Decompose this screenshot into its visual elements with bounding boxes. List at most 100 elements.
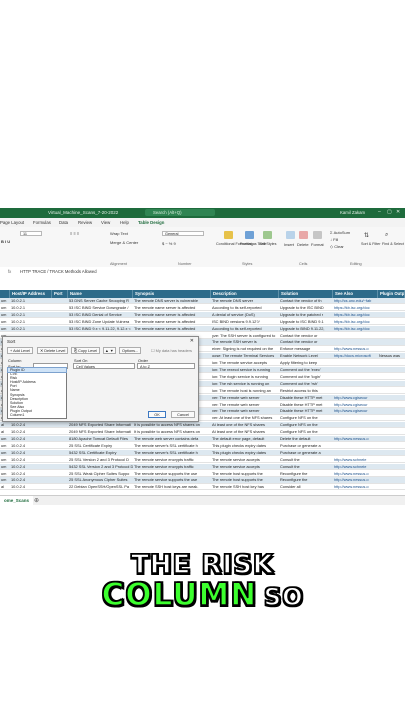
- table-cell[interactable]: [333, 339, 378, 345]
- table-cell[interactable]: [378, 346, 405, 352]
- table-cell[interactable]: 53 ISC BIND Zone Update Vulnera: [68, 319, 133, 325]
- table-cell[interactable]: The remote SSH host keys are weak.: [133, 484, 211, 490]
- table-cell[interactable]: ver: The remote web server: [211, 408, 279, 414]
- table-cell[interactable]: The remote name server is affected: [133, 326, 211, 332]
- headers-checkbox[interactable]: ☐ My data has headers: [151, 348, 192, 353]
- table-cell[interactable]: The remote SSH host key has: [211, 484, 279, 490]
- table-cell[interactable]: 10.0.2.1: [10, 298, 52, 304]
- tab-view[interactable]: View: [101, 220, 110, 225]
- table-cell[interactable]: Contact the vendor of th: [279, 298, 333, 304]
- table-cell[interactable]: 10.0.2.1: [10, 326, 52, 332]
- table-cell[interactable]: [378, 333, 405, 339]
- table-cell[interactable]: Configure NFS on the: [279, 415, 333, 421]
- table-cell[interactable]: [333, 415, 378, 421]
- table-cell[interactable]: Purchase or generate a: [279, 443, 333, 449]
- wrap-text-button[interactable]: Wrap Text: [110, 231, 128, 236]
- tab-review[interactable]: Review: [78, 220, 92, 225]
- col-host[interactable]: Host/IP Address: [10, 290, 52, 298]
- table-cell[interactable]: [378, 339, 405, 345]
- table-cell[interactable]: http://www.schneie: [333, 457, 378, 463]
- table-cell[interactable]: 10.0.2.4: [10, 422, 52, 428]
- table-cell[interactable]: [378, 326, 405, 332]
- table-cell[interactable]: Enable Network Level: [279, 353, 333, 359]
- table-cell[interactable]: http://www.nessus.o: [333, 471, 378, 477]
- row-prefix-cell[interactable]: um: [0, 319, 10, 325]
- table-cell[interactable]: Upgrade to BIND 9.11.22,: [279, 326, 333, 332]
- table-cell[interactable]: eiver: Signing is not required on the: [211, 346, 279, 352]
- table-cell[interactable]: http://www.cgisecur: [333, 395, 378, 401]
- table-cell[interactable]: [52, 298, 68, 304]
- table-cell[interactable]: 25 SSL Anonymous Cipher Suites: [68, 477, 133, 483]
- row-prefix-cell[interactable]: um: [0, 464, 10, 470]
- table-cell[interactable]: http://www.schneie: [333, 464, 378, 470]
- col-see-also[interactable]: See Also: [333, 290, 378, 298]
- table-cell[interactable]: [378, 443, 405, 449]
- table-cell[interactable]: [378, 360, 405, 366]
- table-cell[interactable]: 25 SSL Version 2 and 3 Protocol D: [68, 457, 133, 463]
- table-cell[interactable]: [378, 367, 405, 373]
- table-cell[interactable]: [52, 422, 68, 428]
- table-cell[interactable]: https://docs.microsoft: [333, 353, 378, 359]
- number-format-box[interactable]: General: [162, 231, 204, 236]
- table-cell[interactable]: [333, 429, 378, 435]
- fill-button[interactable]: ↓ Fill: [330, 237, 338, 242]
- row-prefix-cell[interactable]: um: [0, 471, 10, 477]
- table-cell[interactable]: [333, 422, 378, 428]
- table-cell[interactable]: [333, 381, 378, 387]
- table-cell[interactable]: [378, 464, 405, 470]
- table-cell[interactable]: The remote name server is affected: [133, 305, 211, 311]
- row-prefix-cell[interactable]: al: [0, 422, 10, 428]
- close-icon[interactable]: ✕: [396, 209, 400, 215]
- table-row[interactable]: um 10.0.2.1 53 DNS Server Cache Snooping R…: [0, 298, 405, 305]
- table-cell[interactable]: [378, 477, 405, 483]
- col-plugin-output[interactable]: Plugin Outp: [378, 290, 405, 298]
- table-cell[interactable]: [52, 477, 68, 483]
- table-cell[interactable]: [52, 464, 68, 470]
- table-cell[interactable]: [52, 484, 68, 490]
- table-cell[interactable]: yze: The SSH server is configured to: [211, 333, 279, 339]
- table-cell[interactable]: 10.0.2.4: [10, 457, 52, 463]
- table-cell[interactable]: 5432 SSL Certificate Expiry: [68, 450, 133, 456]
- col-name[interactable]: Name: [68, 290, 133, 298]
- table-cell[interactable]: Purchase or generate a: [279, 450, 333, 456]
- order-select[interactable]: A to Z: [137, 363, 195, 369]
- table-row[interactable]: um 10.0.2.4 25 SSL Version 2 and 3 Protoco…: [0, 457, 405, 463]
- row-prefix-cell[interactable]: um: [0, 443, 10, 449]
- table-cell[interactable]: ver: The remote web server: [211, 402, 279, 408]
- table-cell[interactable]: https://kb.isc.org/doc: [333, 326, 378, 332]
- format-button[interactable]: Format: [311, 242, 324, 247]
- table-cell[interactable]: [333, 360, 378, 366]
- col-port[interactable]: Port: [52, 290, 68, 298]
- table-cell[interactable]: [52, 443, 68, 449]
- table-cell[interactable]: [52, 429, 68, 435]
- table-cell[interactable]: Consider all: [279, 484, 333, 490]
- table-cell[interactable]: 8180 Apache Tomcat Default Files: [68, 436, 133, 442]
- table-cell[interactable]: [52, 305, 68, 311]
- table-cell[interactable]: The default error page, default: [211, 436, 279, 442]
- table-cell[interactable]: 22 Debian OpenSSH/OpenSSL Pa: [68, 484, 133, 490]
- table-cell[interactable]: The remote DNS server: [211, 298, 279, 304]
- table-cell[interactable]: ion: The rexecd service is running: [211, 367, 279, 373]
- table-cell[interactable]: [52, 326, 68, 332]
- row-prefix-cell[interactable]: um: [0, 450, 10, 456]
- table-cell[interactable]: The remote host supports the: [211, 477, 279, 483]
- table-cell[interactable]: [333, 388, 378, 394]
- align-icon[interactable]: ≡ ≡ ≡: [70, 231, 79, 236]
- tab-help[interactable]: Help: [120, 220, 129, 225]
- cancel-button[interactable]: Cancel: [171, 411, 195, 418]
- table-cell[interactable]: http://www.nessus.o: [333, 436, 378, 442]
- table-cell[interactable]: The remote service accepts: [211, 464, 279, 470]
- table-cell[interactable]: oose: The remote Terminal Services: [211, 353, 279, 359]
- table-cell[interactable]: 10.0.2.1: [10, 305, 52, 311]
- col-synopsis[interactable]: Synopsis: [133, 290, 211, 298]
- table-cell[interactable]: ver: The remote web server: [211, 395, 279, 401]
- table-cell[interactable]: The remote DNS server is vulnerable: [133, 298, 211, 304]
- autosum-button[interactable]: Σ AutoSum: [330, 230, 350, 235]
- table-cell[interactable]: The remote web server contains defa: [133, 436, 211, 442]
- table-cell[interactable]: 10.0.2.4: [10, 443, 52, 449]
- delete-level-button[interactable]: ✕ Delete Level: [37, 347, 69, 354]
- table-cell[interactable]: [378, 422, 405, 428]
- table-cell[interactable]: Enforce message: [279, 346, 333, 352]
- sort-on-select[interactable]: Cell Values: [73, 363, 135, 369]
- table-cell[interactable]: [378, 415, 405, 421]
